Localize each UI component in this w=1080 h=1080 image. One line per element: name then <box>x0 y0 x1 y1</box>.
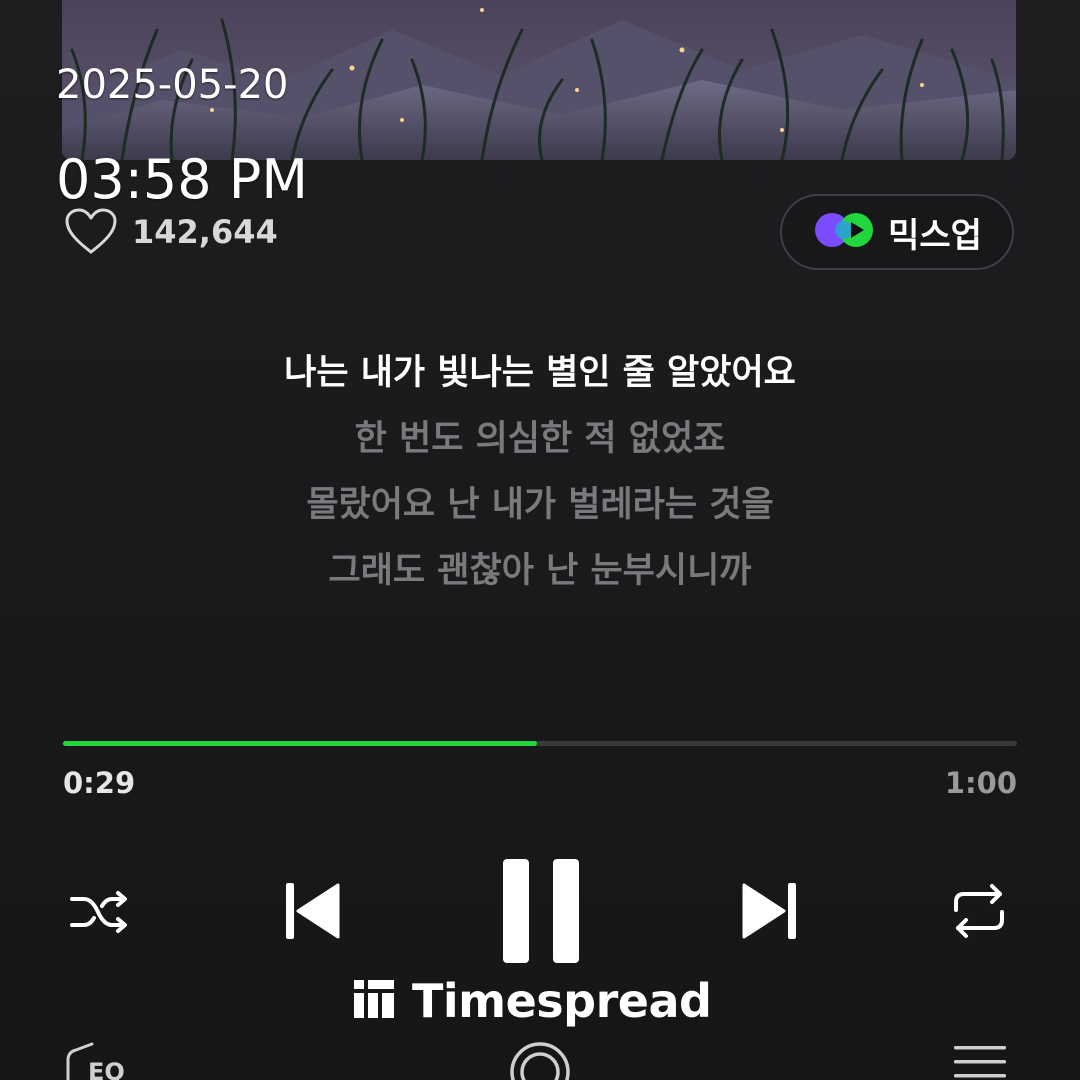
music-player-screen: 2025-05-20 03:58 PM 142,644 믹스업 나는 내가 빛나… <box>0 0 1080 1080</box>
equalizer-button[interactable]: EQ <box>62 1040 142 1080</box>
shuffle-icon <box>68 887 130 937</box>
heart-outline-icon[interactable] <box>64 208 118 256</box>
lens-icon <box>510 1042 570 1080</box>
lens-button[interactable] <box>508 1040 572 1080</box>
lyric-line[interactable]: 몰랐어요 난 내가 벌레라는 것을 <box>0 472 1080 538</box>
equalizer-icon: EQ <box>66 1042 125 1080</box>
lyrics-panel[interactable]: 나는 내가 빛나는 별인 줄 알았어요 한 번도 의심한 적 없었죠 몰랐어요 … <box>0 340 1080 604</box>
overlay-time: 03:58 PM <box>56 148 308 211</box>
watermark: Timespread <box>352 974 712 1028</box>
like-count: 142,644 <box>132 213 278 251</box>
playlist-menu-button[interactable] <box>952 1044 1008 1080</box>
lyric-line[interactable]: 그래도 괜찮아 난 눈부시니까 <box>0 538 1080 604</box>
next-button[interactable] <box>738 878 802 944</box>
overlay-date: 2025-05-20 <box>56 62 289 108</box>
pause-icon <box>499 857 583 965</box>
total-time: 1:00 <box>944 766 1017 800</box>
mixup-logo-icon <box>812 210 876 254</box>
mixup-button[interactable]: 믹스업 <box>780 194 1014 270</box>
play-pause-button[interactable] <box>496 856 586 966</box>
previous-button[interactable] <box>280 878 344 944</box>
eq-label: EQ <box>88 1058 125 1080</box>
lyric-line[interactable]: 한 번도 의심한 적 없었죠 <box>0 406 1080 472</box>
playlist-menu-icon <box>954 1046 1006 1078</box>
lyric-line-current[interactable]: 나는 내가 빛나는 별인 줄 알았어요 <box>0 340 1080 406</box>
timespread-logo-icon <box>352 978 396 1024</box>
skip-previous-icon <box>282 879 342 943</box>
repeat-button[interactable] <box>946 880 1012 942</box>
progress-fill <box>63 741 538 746</box>
like-control[interactable]: 142,644 <box>64 208 278 256</box>
elapsed-time: 0:29 <box>63 766 136 800</box>
repeat-icon <box>948 882 1010 940</box>
shuffle-button[interactable] <box>66 884 132 940</box>
watermark-text: Timespread <box>412 974 712 1028</box>
skip-next-icon <box>740 879 800 943</box>
mixup-label: 믹스업 <box>888 215 982 256</box>
progress-bar[interactable] <box>63 741 1017 746</box>
